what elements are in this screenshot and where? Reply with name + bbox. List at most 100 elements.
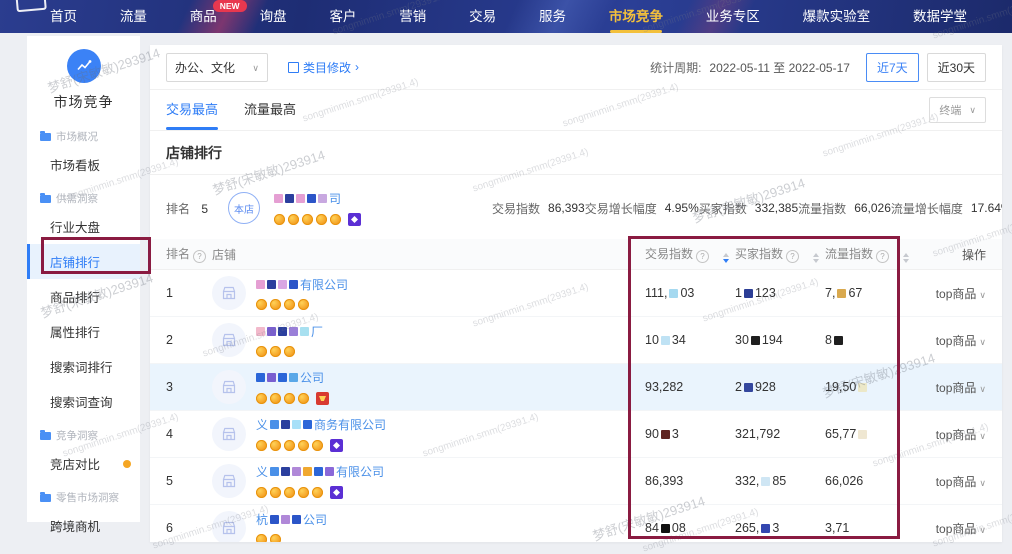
- nav-item-交易[interactable]: 交易: [469, 0, 496, 33]
- star-icon: [256, 299, 267, 310]
- sort-icon[interactable]: [903, 253, 909, 263]
- buyer-index-cell: 1123: [735, 286, 825, 300]
- own-rank-label: 排名: [166, 202, 190, 216]
- top-products-dropdown[interactable]: top商品: [936, 379, 986, 396]
- top-products-dropdown[interactable]: top商品: [936, 473, 986, 490]
- top-products-dropdown[interactable]: top商品: [936, 285, 986, 302]
- tabs: 交易最高流量最高: [166, 90, 322, 130]
- censored-block: [281, 515, 290, 524]
- shop-cell: 杭公司: [212, 511, 645, 542]
- table-row: 2厂1034301948 top商品: [150, 317, 1002, 364]
- nav-item-市场竞争[interactable]: 市场竞争: [609, 0, 663, 33]
- nav-item-营销[interactable]: 营销: [399, 0, 426, 33]
- nav-item-流量[interactable]: 流量: [120, 0, 147, 33]
- top-products-dropdown[interactable]: top商品: [936, 426, 986, 443]
- main-nav: 首页 流量 商品NEW 询盘 客户 营销 交易 服务 市场竞争 业务专区 爆款实验室 数据学堂: [0, 0, 1012, 33]
- arrow-right-icon: [355, 60, 359, 74]
- tabs-row: 交易最高流量最高 终端: [150, 90, 1002, 131]
- rank-cell: 4: [166, 427, 212, 441]
- summary-stats: 交易指数86,393交易增长幅度4.95%买家指数332,385流量指数66,0…: [486, 200, 1002, 217]
- sort-icon[interactable]: [723, 253, 729, 263]
- shop-icon: [212, 417, 246, 451]
- terminal-filter-select[interactable]: 终端: [929, 97, 986, 123]
- folder-icon: [40, 432, 51, 440]
- traffic-index-cell: 19,50: [825, 380, 915, 394]
- nav-item-首页[interactable]: 首页: [50, 0, 77, 33]
- nav-item-数据学堂[interactable]: 数据学堂: [913, 0, 967, 33]
- top-products-dropdown[interactable]: top商品: [936, 332, 986, 349]
- chevron-down-icon: [976, 287, 986, 301]
- rank-cell: 1: [166, 286, 212, 300]
- help-icon[interactable]: [193, 250, 206, 263]
- trophy-badge-icon: [316, 392, 329, 405]
- help-icon[interactable]: [876, 250, 889, 263]
- nav-item-业务专区[interactable]: 业务专区: [706, 0, 760, 33]
- nav-item-服务[interactable]: 服务: [539, 0, 566, 33]
- nav-item-商品[interactable]: 商品NEW: [190, 0, 217, 33]
- shop-name[interactable]: 有限公司: [256, 276, 348, 293]
- shop-name[interactable]: 义商务有限公司: [256, 416, 386, 433]
- censored-block: [858, 383, 867, 392]
- nav-item-询盘[interactable]: 询盘: [260, 0, 287, 33]
- nav-item-客户[interactable]: 客户: [329, 0, 356, 33]
- trade-index-cell: 86,393: [645, 474, 735, 488]
- censored-block: [285, 194, 294, 203]
- folder-icon: [40, 494, 51, 502]
- sidebar-item-市场看板[interactable]: 市场看板: [27, 147, 140, 182]
- sidebar-section-市场概况[interactable]: 市场概况: [27, 120, 140, 147]
- own-shop-summary: 排名 5 本店 司 交易指数86,393交易增长幅度4.95%买家指数332,3…: [150, 175, 1002, 239]
- nav-item-爆款实验室[interactable]: 爆款实验室: [803, 0, 871, 33]
- sidebar-section-供需洞察[interactable]: 供需洞察: [27, 182, 140, 209]
- sidebar-item-店铺排行[interactable]: 店铺排行: [27, 244, 140, 279]
- stat-label: 交易增长幅度: [585, 200, 657, 217]
- sidebar-item-行业大盘[interactable]: 行业大盘: [27, 209, 140, 244]
- rank-cell: 6: [166, 521, 212, 535]
- toolbar-right: 统计周期: 2022-05-11 至 2022-05-17 近7天 近30天: [650, 53, 986, 82]
- sidebar-section-label: 零售市场洞察: [56, 490, 119, 505]
- sidebar-section-零售市场洞察[interactable]: 零售市场洞察: [27, 481, 140, 508]
- own-shop-name: 司: [274, 190, 486, 226]
- stat-value: 86,393: [548, 201, 585, 215]
- shop-name[interactable]: 公司: [256, 369, 329, 386]
- category-select[interactable]: 办公、文化: [166, 53, 268, 82]
- shop-cell: 厂: [212, 323, 645, 357]
- help-icon[interactable]: [696, 250, 709, 263]
- buyer-index-cell: 30194: [735, 333, 825, 347]
- censored-block: [834, 336, 843, 345]
- shop-name[interactable]: 杭公司: [256, 511, 327, 528]
- sort-icon[interactable]: [813, 253, 819, 263]
- tab-流量最高[interactable]: 流量最高: [244, 90, 296, 130]
- sidebar-item-商品排行[interactable]: 商品排行: [27, 279, 140, 314]
- star-icon: [288, 214, 299, 225]
- traffic-index-cell: 65,77: [825, 427, 915, 441]
- sidebar-item-搜索词查询[interactable]: 搜索词查询: [27, 384, 140, 419]
- category-select-value: 办公、文化: [175, 59, 235, 76]
- help-icon[interactable]: [786, 250, 799, 263]
- top-products-dropdown[interactable]: top商品: [936, 520, 986, 537]
- notification-dot: [123, 460, 131, 468]
- col-header-trade: 交易指数: [645, 245, 735, 263]
- star-icon: [274, 214, 285, 225]
- shop-rating: [256, 534, 327, 542]
- tab-交易最高[interactable]: 交易最高: [166, 90, 218, 130]
- terminal-filter-label: 终端: [939, 102, 961, 118]
- sidebar-item-跨境商机[interactable]: 跨境商机: [27, 508, 140, 543]
- range-7d-button[interactable]: 近7天: [866, 53, 919, 82]
- summary-stat: 交易指数86,393: [492, 200, 585, 217]
- sidebar-item-竞店对比[interactable]: 竞店对比: [27, 446, 140, 481]
- shop-icon: [212, 323, 246, 357]
- shop-name[interactable]: 厂: [256, 323, 323, 340]
- star-icon: [298, 487, 309, 498]
- col-header-rank: 排名: [166, 245, 212, 263]
- shop-name[interactable]: 司: [274, 190, 486, 207]
- sidebar-item-属性排行[interactable]: 属性排行: [27, 314, 140, 349]
- buyer-index-cell: 265,3: [735, 521, 825, 535]
- sidebar-item-搜索词排行[interactable]: 搜索词排行: [27, 349, 140, 384]
- category-edit-link[interactable]: 类目修改: [288, 59, 359, 76]
- range-30d-button[interactable]: 近30天: [927, 53, 986, 82]
- sidebar-section-竞争洞察[interactable]: 竞争洞察: [27, 419, 140, 446]
- stat-value: 17.64%: [971, 201, 1002, 215]
- star-icon: [316, 214, 327, 225]
- shop-name[interactable]: 义有限公司: [256, 463, 384, 480]
- censored-block: [281, 467, 290, 476]
